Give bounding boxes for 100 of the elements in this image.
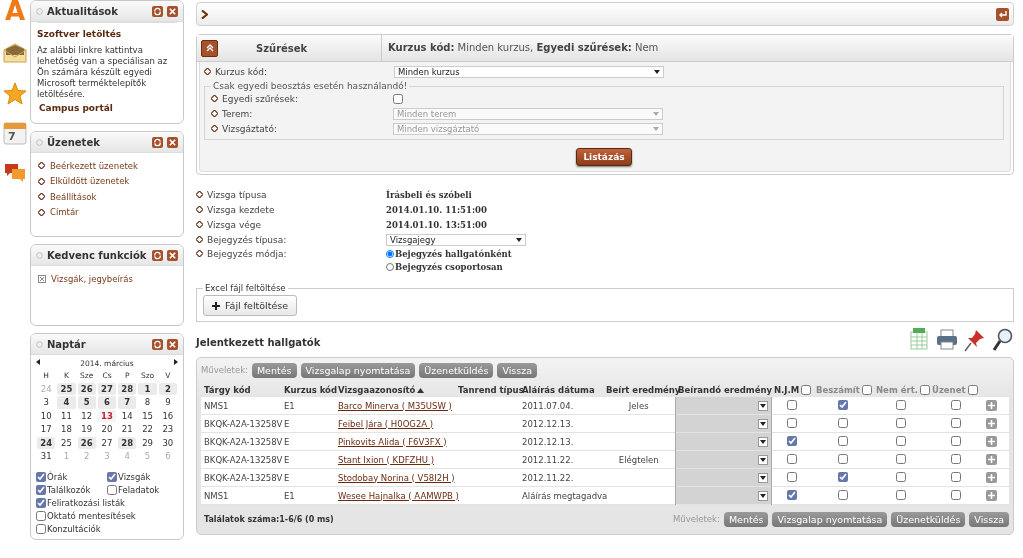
add-button[interactable] — [986, 418, 997, 429]
checkbox[interactable] — [36, 523, 46, 534]
calendar-day[interactable]: 5 — [77, 396, 96, 409]
calendar-day[interactable]: 26 — [77, 436, 96, 449]
calendar-day[interactable]: 29 — [138, 436, 157, 449]
calendar-day[interactable]: 30 — [158, 436, 177, 449]
close-button[interactable] — [167, 249, 178, 261]
checkbox[interactable] — [107, 484, 117, 495]
previous-month-icon[interactable] — [36, 359, 40, 365]
calendar-day[interactable]: 16 — [158, 409, 177, 423]
calendar-day[interactable]: 2 — [158, 383, 177, 396]
checkbox[interactable] — [950, 399, 961, 410]
calendar-day[interactable]: 31 — [37, 449, 56, 463]
action-button[interactable]: Mentés — [251, 362, 297, 378]
calendar-day[interactable]: 22 — [138, 423, 157, 436]
calendar-day[interactable]: 28 — [118, 383, 137, 396]
menu-link[interactable]: Elküldött üzenetek — [50, 176, 130, 187]
calendar-day[interactable]: 18 — [57, 423, 76, 436]
spreadsheet-icon[interactable] — [910, 328, 930, 350]
refresh-button[interactable] — [152, 249, 163, 261]
checkbox[interactable] — [950, 453, 961, 464]
grade-dropdown[interactable] — [757, 490, 768, 501]
grade-dropdown[interactable] — [757, 436, 768, 447]
next-month-icon[interactable] — [174, 359, 178, 365]
collapse-button[interactable] — [201, 39, 218, 57]
refresh-button[interactable] — [152, 5, 163, 17]
column-header[interactable]: Aláírás dátuma — [522, 385, 595, 395]
calendar-day[interactable]: 3 — [37, 396, 56, 409]
checkbox[interactable] — [837, 417, 848, 428]
checkbox[interactable] — [786, 453, 797, 464]
calendar-day[interactable]: 17 — [37, 423, 56, 436]
list-button[interactable]: Listázás — [576, 148, 632, 166]
remove-icon[interactable] — [38, 274, 46, 283]
checkbox[interactable] — [895, 399, 906, 410]
add-button[interactable] — [986, 472, 997, 483]
checkbox[interactable] — [786, 489, 797, 500]
action-button[interactable]: Mentés — [723, 511, 769, 527]
column-header[interactable]: Tárgy kód — [204, 385, 251, 395]
grade-dropdown[interactable] — [757, 472, 768, 483]
action-button[interactable]: Üzenetküldés — [891, 511, 966, 527]
pushpin-icon[interactable] — [964, 328, 986, 352]
add-button[interactable] — [986, 400, 997, 411]
action-button[interactable]: Vizsgalap nyomtatása — [300, 362, 416, 378]
envelope-icon[interactable] — [3, 43, 27, 63]
calendar-day[interactable]: 8 — [138, 396, 157, 409]
student-link[interactable]: Feibel Jára ( H0OG2A ) — [338, 418, 434, 429]
calendar-day[interactable]: 6 — [97, 396, 117, 409]
checkbox[interactable] — [393, 93, 403, 104]
checkbox[interactable] — [837, 399, 848, 410]
action-button[interactable]: Vissza — [969, 511, 1009, 527]
checkbox[interactable] — [36, 471, 46, 482]
calendar-day[interactable]: 27 — [97, 383, 117, 396]
calendar-day[interactable]: 28 — [118, 436, 137, 449]
calendar-day[interactable]: 9 — [158, 396, 177, 409]
calendar-day[interactable]: 27 — [97, 436, 117, 449]
select-field[interactable]: Minden kurzus — [394, 65, 664, 78]
refresh-button[interactable] — [152, 136, 163, 148]
magnifier-icon[interactable] — [992, 328, 1014, 352]
calendar-day[interactable]: 11 — [57, 409, 76, 423]
menu-link[interactable]: Címtár — [50, 207, 79, 218]
student-link[interactable]: Stant Ixion ( KDFZHU ) — [338, 454, 435, 465]
checkbox[interactable] — [786, 435, 797, 446]
portal-link[interactable]: Campus portál — [39, 103, 113, 113]
select-all-checkbox[interactable] — [919, 385, 930, 395]
back-button[interactable] — [996, 7, 1009, 21]
checkbox[interactable] — [837, 435, 848, 446]
calendar-day[interactable]: 24 — [37, 436, 56, 449]
action-button[interactable]: Vissza — [497, 362, 538, 378]
checkbox[interactable] — [107, 471, 117, 482]
select-all-checkbox[interactable] — [861, 385, 872, 395]
column-header[interactable]: Vizsgaazonosító — [338, 385, 416, 395]
grade-dropdown[interactable] — [757, 400, 768, 411]
add-button[interactable] — [986, 436, 997, 447]
favorite-link[interactable]: Vizsgák, jegybeírás — [51, 273, 133, 284]
calendar-day[interactable]: 7 — [118, 396, 137, 409]
calendar-day[interactable]: 23 — [158, 423, 177, 436]
student-link[interactable]: Stodobay Norina ( V58I2H ) — [338, 472, 455, 483]
refresh-button[interactable] — [152, 338, 163, 350]
action-button[interactable]: Üzenetküldés — [419, 362, 494, 378]
close-button[interactable] — [167, 338, 178, 350]
checkbox[interactable] — [895, 471, 906, 482]
column-header[interactable]: N.J.M — [774, 385, 800, 395]
checkbox[interactable] — [786, 399, 797, 410]
calendar-day[interactable]: 25 — [57, 383, 76, 396]
sort-ascending-icon[interactable] — [417, 386, 425, 394]
select-all-checkbox[interactable] — [801, 385, 812, 395]
chevron-icon[interactable] — [201, 9, 208, 19]
student-link[interactable]: Barco Minerva ( M35USW ) — [338, 400, 452, 411]
calendar-day[interactable]: 12 — [77, 409, 96, 423]
close-button[interactable] — [167, 136, 178, 148]
calendar-day[interactable]: 19 — [77, 423, 96, 436]
checkbox[interactable] — [895, 489, 906, 500]
checkbox[interactable] — [837, 489, 848, 500]
calendar-day[interactable]: 21 — [118, 423, 137, 436]
calendar-day[interactable]: 14 — [118, 409, 137, 423]
checkbox[interactable] — [36, 510, 46, 521]
calendar-day[interactable]: 13 — [97, 409, 117, 423]
checkbox[interactable] — [837, 471, 848, 482]
calendar-day[interactable]: 25 — [57, 436, 76, 449]
calendar-day[interactable]: 26 — [77, 383, 96, 396]
